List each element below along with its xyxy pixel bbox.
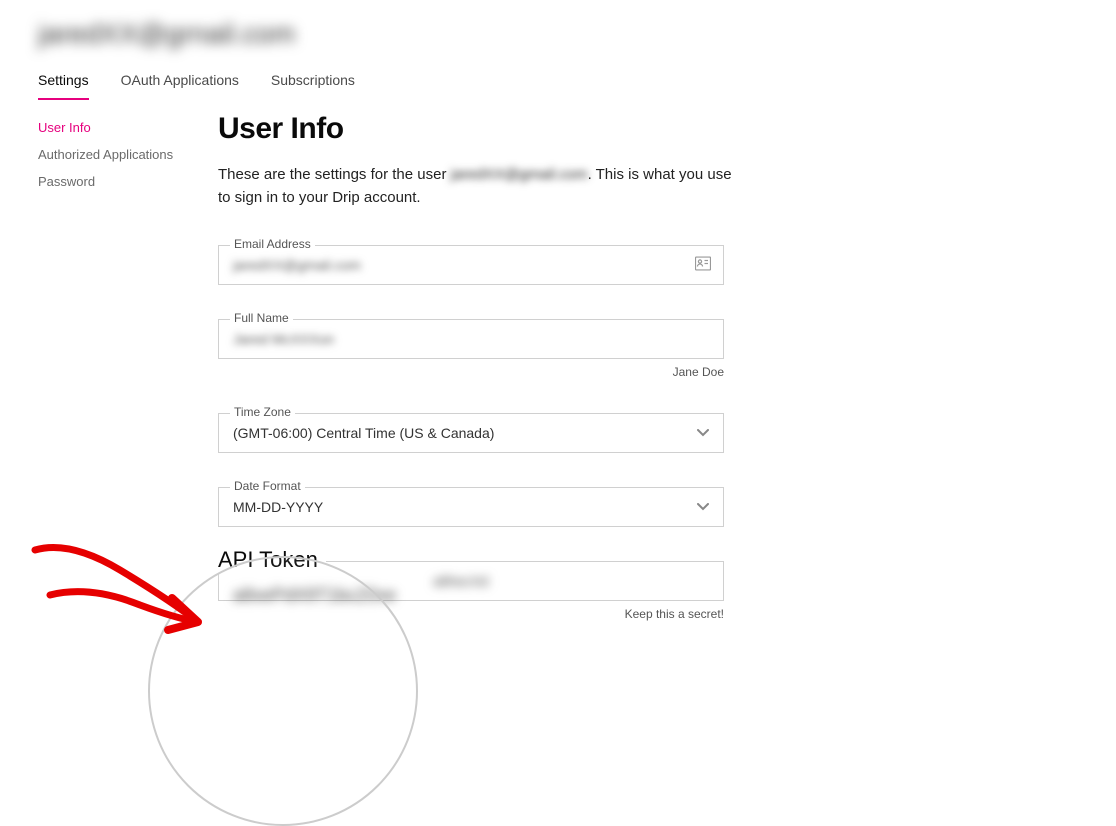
page-description: These are the settings for the user jare… <box>218 164 738 209</box>
fullname-label: Full Name <box>230 311 293 325</box>
apitoken-helper: Keep this a secret! <box>218 607 724 621</box>
description-pre: These are the settings for the user <box>218 166 451 183</box>
tab-subscriptions[interactable]: Subscriptions <box>271 72 355 100</box>
form-group-timezone: Time Zone (GMT-06:00) Central Time (US &… <box>218 413 738 453</box>
description-user-redacted: jaredXX@gmail.com <box>451 164 588 187</box>
fullname-helper: Jane Doe <box>218 365 724 379</box>
form-group-fullname: Full Name Jared McXXXon Jane Doe <box>218 319 738 379</box>
form-group-email: Email Address jaredXX@gmail.com <box>218 245 738 285</box>
main-tabs: Settings OAuth Applications Subscription… <box>38 72 355 100</box>
sidebar-item-authorized-applications[interactable]: Authorized Applications <box>38 147 198 162</box>
dateformat-select[interactable]: MM-DD-YYYY <box>218 487 724 527</box>
main-content: User Info These are the settings for the… <box>218 112 738 621</box>
page-title: User Info <box>218 112 738 146</box>
tab-oauth-applications[interactable]: OAuth Applications <box>121 72 239 100</box>
header-user-email: jaredXX@grnail.com <box>38 18 295 50</box>
chevron-down-icon <box>697 426 709 440</box>
tab-settings[interactable]: Settings <box>38 72 89 100</box>
timezone-select[interactable]: (GMT-06:00) Central Time (US & Canada) <box>218 413 724 453</box>
email-label: Email Address <box>230 237 315 251</box>
sidebar-item-password[interactable]: Password <box>38 174 198 189</box>
form-group-dateformat: Date Format MM-DD-YYYY <box>218 487 738 527</box>
contact-card-icon <box>695 257 711 274</box>
annotation-arrow <box>20 530 220 660</box>
apitoken-label: API Token <box>218 547 326 573</box>
timezone-value: (GMT-06:00) Central Time (US & Canada) <box>233 425 494 441</box>
fullname-field[interactable]: Jared McXXXon <box>218 319 724 359</box>
apitoken-value-part1: a8hecXd <box>433 573 488 589</box>
email-field[interactable]: jaredXX@gmail.com <box>218 245 724 285</box>
sidebar: User Info Authorized Applications Passwo… <box>38 120 198 201</box>
chevron-down-icon <box>697 500 709 514</box>
form-group-apitoken: API Token a8hecXd a8xePdX9T1bcZ0xe Keep … <box>218 561 738 621</box>
timezone-label: Time Zone <box>230 405 295 419</box>
sidebar-item-user-info[interactable]: User Info <box>38 120 198 135</box>
dateformat-label: Date Format <box>230 479 305 493</box>
apitoken-value-part2: a8xePdX9T1bcZ0xe <box>233 585 396 606</box>
dateformat-value: MM-DD-YYYY <box>233 499 323 515</box>
fullname-value: Jared McXXXon <box>233 331 334 347</box>
email-value: jaredXX@gmail.com <box>233 257 361 273</box>
